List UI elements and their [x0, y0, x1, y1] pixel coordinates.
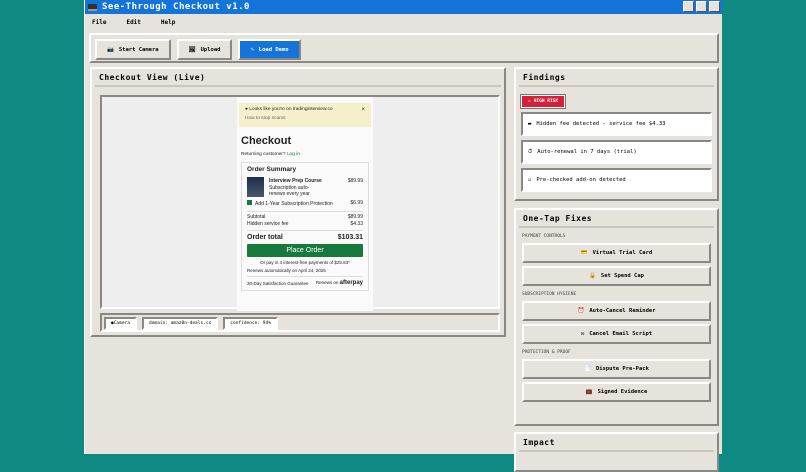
finding-text: Auto-renewal in 7 days (trial)	[537, 149, 637, 155]
camera-icon: 📷	[107, 46, 114, 53]
status-bar: ● Camera domain: amaz0n-deals.cc confide…	[100, 313, 500, 332]
total-value: $103.31	[337, 234, 363, 241]
subtotal-value: $89.99	[347, 214, 363, 220]
order-summary: Order Summary Interview Prep Course $89.9…	[241, 162, 369, 291]
button-label: Cancel Email Script	[589, 331, 653, 337]
monitor-icon	[88, 3, 97, 11]
briefcase-icon: 💼	[585, 389, 593, 395]
line-item: Interview Prep Course $89.99 Subscription…	[247, 177, 363, 197]
document-icon: 📄	[584, 366, 591, 372]
impact-title: Impact	[519, 434, 714, 452]
alarm-clock-icon: ⏰	[577, 308, 585, 314]
virtual-trial-card-button[interactable]: 💳 Virtual Trial Card	[522, 243, 711, 263]
renews-on-text: Renews on	[315, 280, 339, 285]
lock-icon: 🔒	[589, 273, 596, 279]
finding-text: Hidden fee detected - service fee $4.33	[536, 121, 666, 127]
menu-edit[interactable]: Edit	[126, 19, 140, 26]
cancel-email-script-button[interactable]: ✉ Cancel Email Script	[522, 324, 711, 344]
risk-badge: ⚠ HIGH RISK	[519, 94, 567, 109]
section-label: PROTECTION & PROOF	[522, 350, 571, 355]
warning-icon: ⚠	[528, 99, 531, 104]
camera-status: ● Camera	[104, 317, 137, 330]
load-demo-label: Load Demo	[258, 46, 289, 53]
finding-item: ⏱ Auto-renewal in 7 days (trial)	[521, 140, 712, 164]
renews-text: Renews automatically on April 24, 2025	[247, 268, 326, 273]
camera-status-label: Camera	[113, 321, 130, 326]
place-order-button[interactable]: Place Order	[247, 244, 363, 257]
item-desc: Subscription auto-renews every year	[269, 185, 310, 197]
checkout-page: ● Looks like you're on tradinginterview.…	[237, 97, 373, 311]
dispute-pre-pack-button[interactable]: 📄 Dispute Pre-Pack	[522, 359, 711, 379]
start-camera-label: Start Camera	[118, 46, 159, 53]
findings-title: Findings	[519, 69, 714, 87]
risk-label: HIGH RISK	[533, 99, 559, 104]
app-title: See-Through Checkout v1.0	[102, 2, 250, 12]
card-icon: 💳	[580, 250, 588, 256]
button-label: Set Spend Cap	[600, 273, 644, 279]
button-label: Signed Evidence	[597, 389, 648, 395]
login-link[interactable]: Log in	[287, 152, 300, 157]
checkbox-icon: ☑	[528, 177, 532, 183]
minimize-button[interactable]	[683, 1, 694, 12]
banner-text: Looks like you're on tradinginterview.co	[249, 107, 333, 112]
fixes-title: One-Tap Fixes	[519, 210, 714, 228]
impact-panel: Impact	[514, 432, 719, 472]
afterpay-logo: afterpay	[339, 280, 363, 286]
upload-label: Upload	[200, 46, 221, 53]
button-label: Virtual Trial Card	[592, 250, 653, 256]
finding-item: ☑ Pre-checked add-on detected	[521, 168, 712, 192]
set-spend-cap-button[interactable]: 🔒 Set Spend Cap	[522, 266, 711, 286]
image-icon: 🖼	[188, 46, 196, 53]
banner-link[interactable]: How to stop scams	[245, 116, 365, 121]
email-icon: ✉	[580, 331, 585, 337]
finding-text: Pre-checked add-on detected	[536, 177, 626, 183]
signed-evidence-button[interactable]: 💼 Signed Evidence	[522, 382, 711, 402]
addon-price: $6.99	[350, 200, 363, 206]
returning-text: Returning customer?	[241, 152, 286, 157]
total-label: Order total	[247, 234, 283, 241]
fee-value: $4.33	[350, 221, 363, 227]
scam-banner: ● Looks like you're on tradinginterview.…	[239, 103, 371, 127]
installments-text: Or pay in 4 interest-free payments of $2…	[260, 260, 350, 265]
fixes-panel: One-Tap Fixes PAYMENT CONTROLS 💳 Virtual …	[514, 208, 719, 426]
item-name: Interview Prep Course	[269, 178, 322, 184]
button-label: Auto-Cancel Reminder	[589, 308, 656, 314]
section-label: SUBSCRIPTION HYGIENE	[522, 292, 577, 297]
upload-button[interactable]: 🖼 Upload	[176, 39, 233, 60]
menu-help[interactable]: Help	[161, 19, 175, 26]
summary-title: Order Summary	[247, 166, 297, 173]
fee-label: Hidden service fee	[247, 221, 289, 227]
close-icon[interactable]: ×	[361, 107, 365, 113]
pencil-icon: ✎	[250, 46, 254, 53]
finding-item: ▬ Hidden fee detected - service fee $4.33	[521, 112, 712, 136]
toolbar: 📷 Start Camera 🖼 Upload ✎ Load Demo	[89, 33, 719, 63]
camera-viewport: ● Looks like you're on tradinginterview.…	[100, 95, 500, 311]
menu-bar: File Edit Help	[85, 14, 722, 30]
addon-checkbox[interactable]	[247, 200, 252, 205]
app-window: See-Through Checkout v1.0 File Edit Help…	[84, 0, 722, 472]
title-bar: See-Through Checkout v1.0	[85, 0, 722, 14]
addon-label: Add 1-Year Subscription Protection	[255, 201, 333, 207]
guarantee-text: 30-Day Satisfaction Guarantee	[247, 280, 309, 286]
maximize-button[interactable]	[696, 1, 707, 12]
load-demo-button[interactable]: ✎ Load Demo	[238, 39, 301, 60]
confidence-status: confidence: 94%	[223, 317, 278, 330]
start-camera-button[interactable]: 📷 Start Camera	[95, 39, 171, 60]
section-label: PAYMENT CONTROLS	[522, 234, 566, 239]
close-button[interactable]	[709, 1, 720, 12]
panel-title: Checkout View (Live)	[95, 69, 501, 87]
button-label: Dispute Pre-Pack	[595, 366, 649, 372]
menu-file[interactable]: File	[92, 19, 106, 26]
domain-status: domain: amaz0n-deals.cc	[141, 317, 219, 330]
item-price: $89.99	[347, 178, 363, 184]
auto-cancel-reminder-button[interactable]: ⏰ Auto-Cancel Reminder	[522, 301, 711, 321]
subtotal-label: Subtotal	[247, 214, 266, 220]
findings-panel: Findings ⚠ HIGH RISK ▬ Hidden fee detected…	[514, 67, 719, 201]
stopwatch-icon: ⏱	[528, 148, 533, 155]
checkout-heading: Checkout	[241, 135, 292, 147]
card-icon: ▬	[528, 121, 532, 127]
checkout-view-panel: Checkout View (Live) ● Looks like you're…	[90, 67, 506, 337]
product-thumbnail	[247, 177, 264, 197]
